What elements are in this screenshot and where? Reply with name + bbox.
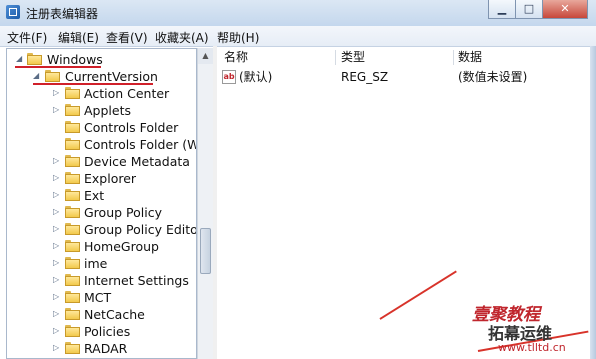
folder-icon (65, 257, 80, 269)
folder-open-icon (45, 70, 60, 82)
menu-favorites[interactable]: 收藏夹(A) (155, 29, 209, 46)
tree-item-label: Policies (84, 324, 131, 339)
tree-item-label: HomeGroup (84, 239, 159, 254)
scroll-thumb[interactable] (200, 228, 211, 274)
tree-item-label: RADAR (84, 341, 128, 356)
window-title: 注册表编辑器 (26, 7, 99, 21)
tree-item-label: Device Metadata (84, 154, 190, 169)
folder-icon (65, 308, 80, 320)
folder-icon (65, 223, 80, 235)
menu-edit[interactable]: 编辑(E) (58, 29, 99, 46)
tree-item-label: Action Center (84, 86, 170, 101)
tree-scrollbar[interactable]: ▲ (197, 48, 213, 359)
collapsed-arrow-icon[interactable]: ▷ (53, 275, 61, 285)
tree-item-label: Applets (84, 103, 131, 118)
folder-icon (65, 121, 80, 133)
folder-icon (65, 206, 80, 218)
column-header-type[interactable]: 类型 (341, 48, 365, 67)
window-controls: ▁ □ ✕ (488, 0, 588, 19)
collapsed-arrow-icon[interactable]: ▷ (53, 173, 61, 183)
expanded-arrow-icon[interactable]: ◢ (33, 71, 41, 81)
close-button[interactable]: ✕ (542, 0, 588, 19)
value-name[interactable]: (默认) (239, 69, 272, 86)
tree-item-label: Controls Folder (Wo (84, 137, 197, 152)
collapsed-arrow-icon[interactable]: ▷ (53, 309, 61, 319)
collapsed-arrow-icon[interactable]: ▷ (53, 105, 61, 115)
tree-item-label: ime (84, 256, 108, 271)
folder-open-icon (27, 53, 42, 65)
tree-item-label: Internet Settings (84, 273, 189, 288)
value-data: (数值未设置) (458, 70, 528, 84)
tree-item-label: Ext (84, 188, 105, 203)
menu-file[interactable]: 文件(F) (7, 29, 47, 46)
menu-bar: 文件(F) 编辑(E) 查看(V) 收藏夹(A) 帮助(H) (0, 26, 596, 47)
folder-icon (65, 172, 80, 184)
title-bar: 注册表编辑器 ▁ □ ✕ (0, 0, 596, 26)
tree-item-label: NetCache (84, 307, 145, 322)
window-right-border (590, 46, 596, 359)
folder-icon (65, 138, 80, 150)
folder-icon (65, 274, 80, 286)
registry-tree: ◢ Windows ◢ CurrentVersion ▷ Action Cent… (6, 48, 197, 359)
collapsed-arrow-icon[interactable]: ▷ (53, 326, 61, 336)
expanded-arrow-icon[interactable]: ◢ (16, 54, 24, 64)
column-separator[interactable] (335, 50, 336, 65)
folder-icon (65, 189, 80, 201)
folder-icon (65, 87, 80, 99)
collapsed-arrow-icon[interactable]: ▷ (53, 224, 61, 234)
folder-icon (65, 325, 80, 337)
tree-item-label: Controls Folder (84, 120, 179, 135)
collapsed-arrow-icon[interactable]: ▷ (53, 88, 61, 98)
folder-icon (65, 155, 80, 167)
folder-icon (65, 240, 80, 252)
value-type: REG_SZ (341, 70, 389, 84)
menu-help[interactable]: 帮助(H) (217, 29, 259, 46)
menu-view[interactable]: 查看(V) (106, 29, 148, 46)
tree-item-label: Group Policy (84, 205, 162, 220)
collapsed-arrow-icon[interactable]: ▷ (53, 190, 61, 200)
scroll-up-arrow-icon[interactable]: ▲ (198, 48, 213, 64)
column-header-name[interactable]: 名称 (224, 48, 248, 67)
folder-icon (65, 342, 80, 354)
string-value-icon: ab (222, 70, 236, 84)
collapsed-arrow-icon[interactable]: ▷ (53, 207, 61, 217)
tree-item-label: Explorer (84, 171, 137, 186)
folder-icon (65, 104, 80, 116)
column-header-data[interactable]: 数据 (458, 48, 482, 67)
collapsed-arrow-icon[interactable]: ▷ (53, 343, 61, 353)
tree-item-label: Group Policy Editor (84, 222, 197, 237)
minimize-button[interactable]: ▁ (488, 0, 516, 19)
folder-icon (65, 291, 80, 303)
column-separator[interactable] (453, 50, 454, 65)
collapsed-arrow-icon[interactable]: ▷ (53, 241, 61, 251)
maximize-button[interactable]: □ (515, 0, 543, 19)
watermark-url: www.tlltd.cn (498, 341, 566, 354)
tree-item-label: MCT (84, 290, 112, 305)
collapsed-arrow-icon[interactable]: ▷ (53, 258, 61, 268)
collapsed-arrow-icon[interactable]: ▷ (53, 292, 61, 302)
collapsed-arrow-icon[interactable]: ▷ (53, 156, 61, 166)
regedit-app-icon (6, 5, 20, 19)
